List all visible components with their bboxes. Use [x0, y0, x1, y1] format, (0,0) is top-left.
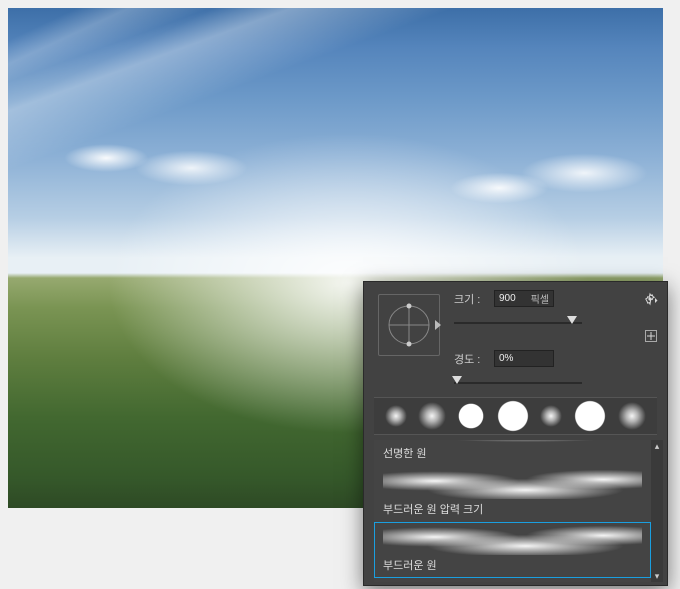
brush-preset-label: 선명한 원 — [377, 443, 648, 463]
hardness-slider-thumb[interactable] — [452, 376, 462, 384]
brush-settings-panel: 크기 : 900 픽셀 경도 : 0% 선명한 원부드러 — [363, 281, 668, 586]
preset-dot[interactable] — [496, 399, 530, 433]
brush-preset-item[interactable]: 선명한 원 — [374, 440, 651, 466]
size-value: 900 — [499, 293, 529, 304]
preset-dot[interactable] — [540, 405, 562, 427]
size-unit: 픽셀 — [531, 291, 549, 306]
brush-preset-label: 부드러운 원 압력 크기 — [377, 499, 648, 519]
new-preset-icon[interactable] — [645, 330, 657, 342]
size-label: 크기 : — [454, 291, 488, 307]
hardness-slider-track — [454, 382, 582, 384]
scroll-down-icon[interactable]: ▾ — [651, 570, 663, 582]
size-slider[interactable] — [454, 316, 582, 330]
brush-tip-section: 크기 : 900 픽셀 경도 : 0% — [364, 282, 667, 387]
preset-dot[interactable] — [618, 402, 646, 430]
brush-preset-item[interactable]: 부드러운 원 — [374, 522, 651, 578]
hardness-value: 0% — [499, 353, 549, 364]
brush-tip-preview[interactable] — [378, 294, 440, 356]
tip-flyout-arrow-icon[interactable] — [435, 320, 441, 330]
brush-preset-label: 부드러운 원 — [377, 555, 648, 575]
size-slider-thumb[interactable] — [567, 316, 577, 324]
hardness-slider[interactable] — [454, 376, 582, 390]
size-input[interactable]: 900 픽셀 — [494, 290, 554, 307]
brush-list-scrollbar[interactable]: ▴ ▾ — [651, 440, 663, 582]
preset-dot[interactable] — [385, 405, 407, 427]
brush-preset-item[interactable]: 부드러운 원 압력 크기 — [374, 466, 651, 522]
size-control: 크기 : 900 픽셀 — [454, 290, 554, 307]
brush-list: 선명한 원부드러운 원 압력 크기부드러운 원 ▴ ▾ — [374, 440, 663, 582]
gear-icon[interactable] — [644, 292, 658, 306]
hardness-input[interactable]: 0% — [494, 350, 554, 367]
preset-dot[interactable] — [418, 402, 446, 430]
hardness-control: 경도 : 0% — [454, 350, 554, 367]
brush-stroke-preview — [383, 525, 642, 555]
scroll-up-icon[interactable]: ▴ — [651, 440, 663, 452]
preset-dot[interactable] — [573, 399, 607, 433]
preset-dot[interactable] — [457, 402, 485, 430]
brush-stroke-preview — [383, 469, 642, 499]
hardness-label: 경도 : — [454, 351, 488, 367]
brush-preset-dots — [374, 397, 657, 435]
size-slider-track — [454, 322, 582, 324]
